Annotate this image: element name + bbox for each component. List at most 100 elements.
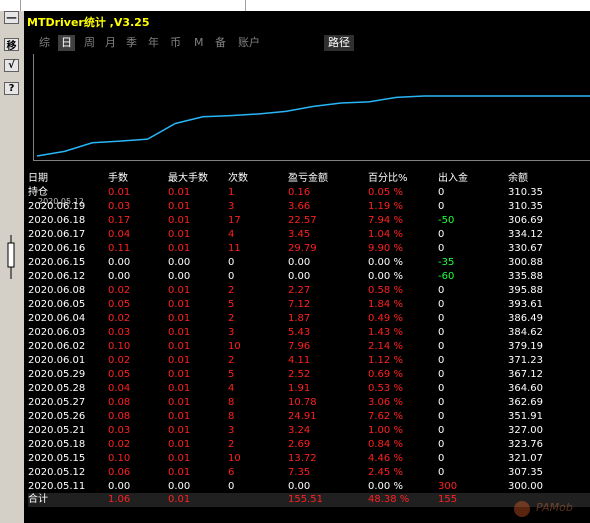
row-balance: 371.23 [508,355,543,366]
row-max-lots: 0.01 [168,341,191,352]
tab-note[interactable]: 备 [215,35,226,51]
row-max-lots: 0.01 [168,439,191,450]
watermark-logo: PAMob [514,499,590,519]
table-row: 2020.05.11 0.00 0.00 0 0.00 0.00 % 300 300.00 [28,480,590,494]
row-count: 2 [228,285,235,296]
row-percent: 1.04 % [368,229,403,240]
minimize-button[interactable]: 一 [4,11,19,25]
row-profit: 4.11 [288,355,311,366]
row-count: 4 [228,383,235,394]
row-profit: 1.87 [288,313,311,324]
tab-month[interactable]: 月 [105,35,116,51]
row-profit: 0.00 [288,257,311,268]
path-button[interactable]: 路径 [324,35,354,51]
row-percent: 1.12 % [368,355,403,366]
table-row: 2020.05.12 0.06 0.01 6 7.35 2.45 % 0 307.35 [28,466,590,480]
row-deposit: 0 [438,425,445,436]
check-button[interactable]: √ [4,59,19,72]
total-percent: 48.38 % [368,494,410,505]
row-date: 2020.06.02 [28,341,86,352]
table-row: 2020.06.12 0.00 0.00 0 0.00 0.00 % -60 335.88 [28,270,590,284]
divider [245,0,246,11]
row-count: 2 [228,313,235,324]
table-row: 2020.05.27 0.08 0.01 8 10.78 3.06 % 0 362.69 [28,396,590,410]
watermark-text: PAMob [536,501,573,514]
row-balance: 386.49 [508,313,543,324]
row-profit: 22.57 [288,215,317,226]
left-toolbar: 一 移 √ ? [0,11,24,523]
row-lots: 0.03 [108,201,131,212]
row-percent: 0.00 % [368,257,403,268]
tab-day[interactable]: 日 [58,35,75,51]
row-max-lots: 0.01 [168,327,191,338]
row-lots: 0.08 [108,411,131,422]
row-percent: 0.49 % [368,313,403,324]
row-max-lots: 0.00 [168,481,191,492]
balance-line [36,95,590,157]
row-percent: 2.45 % [368,467,403,478]
row-lots: 0.02 [108,285,131,296]
tab-account[interactable]: 账户 [238,35,260,51]
help-button[interactable]: ? [4,82,19,95]
row-lots: 0.17 [108,215,131,226]
row-lots: 0.05 [108,369,131,380]
row-max-lots: 0.01 [168,215,191,226]
row-balance: 330.67 [508,243,543,254]
row-profit: 7.12 [288,299,311,310]
row-date: 2020.06.08 [28,285,86,296]
row-balance: 310.35 [508,201,543,212]
table-row: 2020.06.08 0.02 0.01 2 2.27 0.58 % 0 395.88 [28,284,590,298]
header-date: 日期 [28,173,48,184]
row-profit: 2.27 [288,285,311,296]
row-balance: 306.69 [508,215,543,226]
row-max-lots: 0.01 [168,201,191,212]
row-count: 8 [228,397,235,408]
row-max-lots: 0.01 [168,243,191,254]
tab-currency[interactable]: 币 [170,35,181,51]
row-deposit: 0 [438,411,445,422]
row-balance: 321.07 [508,453,543,464]
row-deposit: -50 [438,215,455,226]
row-date: 2020.05.11 [28,481,86,492]
row-count: 3 [228,327,235,338]
row-balance: 393.61 [508,299,543,310]
row-balance: 362.69 [508,397,543,408]
row-percent: 0.05 % [368,187,403,198]
row-profit: 3.45 [288,229,311,240]
row-deposit: 0 [438,355,445,366]
row-percent: 4.46 % [368,453,403,464]
title-bar[interactable]: MTDriver统计 ,V3.25 [24,11,590,31]
row-lots: 0.01 [108,187,131,198]
tab-year[interactable]: 年 [148,35,159,51]
row-deposit: 0 [438,201,445,212]
row-count: 11 [228,243,241,254]
table-row: 2020.06.19 0.03 0.01 3 3.66 1.19 % 0 310.35 [28,200,590,214]
row-date: 2020.06.03 [28,327,86,338]
tab-overview[interactable]: 综 [39,35,50,51]
row-balance: 300.88 [508,257,543,268]
tab-magic[interactable]: M [194,35,204,51]
row-percent: 0.69 % [368,369,403,380]
row-max-lots: 0.01 [168,397,191,408]
window-title: MTDriver统计 ,V3.25 [27,16,150,29]
row-lots: 0.00 [108,481,131,492]
header-balance: 余额 [508,173,528,184]
row-count: 3 [228,201,235,212]
table-row: 2020.05.18 0.02 0.01 2 2.69 0.84 % 0 323.76 [28,438,590,452]
row-profit: 2.52 [288,369,311,380]
row-date: 2020.06.18 [28,215,86,226]
row-profit: 5.43 [288,327,311,338]
row-count: 0 [228,257,235,268]
tab-quarter[interactable]: 季 [126,35,137,51]
row-deposit: 0 [438,439,445,450]
move-button[interactable]: 移 [4,38,19,52]
row-profit: 7.96 [288,341,311,352]
row-profit: 2.69 [288,439,311,450]
row-lots: 0.04 [108,383,131,394]
tab-week[interactable]: 周 [84,35,95,51]
total-row: 合计 1.06 0.01 155.51 48.38 % 155 [28,493,590,507]
table-row: 2020.06.16 0.11 0.01 11 29.79 9.90 % 0 330.67 [28,242,590,256]
row-max-lots: 0.01 [168,453,191,464]
row-max-lots: 0.01 [168,383,191,394]
row-balance: 384.62 [508,327,543,338]
